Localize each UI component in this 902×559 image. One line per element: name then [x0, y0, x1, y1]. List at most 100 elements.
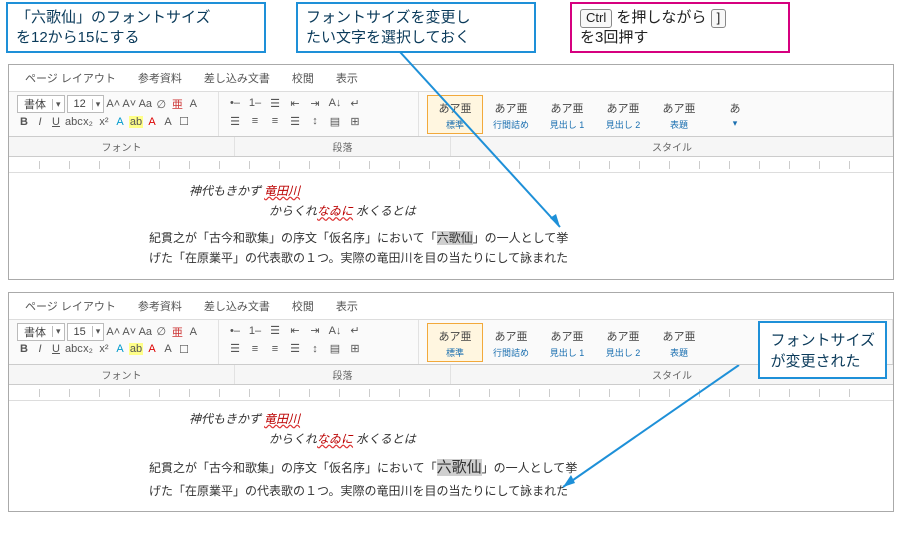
style-h2-2[interactable]: あア亜見出し 2	[595, 323, 651, 362]
underline-icon-2[interactable]: U	[49, 343, 63, 355]
tab-mailings[interactable]: 差し込み文書	[202, 68, 272, 88]
sub-icon[interactable]: x₂	[81, 116, 95, 128]
tab-page-layout-2[interactable]: ページ レイアウト	[23, 296, 118, 316]
indent-inc-icon[interactable]: ⇥	[307, 95, 323, 111]
group-label-para-2: 段落	[235, 365, 451, 384]
char-shading-icon-2[interactable]: A	[161, 343, 175, 355]
align-left-icon-2[interactable]: ☰	[227, 341, 243, 357]
text-effect-icon-2[interactable]: A	[113, 343, 127, 355]
anno3-mid: を押しながら	[616, 9, 706, 26]
annotation-select-text: フォントサイズを変更し たい文字を選択しておく	[296, 2, 536, 53]
grow-font-icon-2[interactable]: A˄	[106, 326, 120, 338]
char-border-icon[interactable]: ☐	[177, 115, 191, 128]
font-size-combo-2[interactable]: 15▾	[67, 323, 105, 341]
sort-icon-2[interactable]: A↓	[327, 323, 343, 339]
char-border-icon-2[interactable]: ☐	[177, 343, 191, 356]
shading-icon[interactable]: ▤	[327, 113, 343, 129]
sup-icon-2[interactable]: x²	[97, 343, 111, 355]
align-left-icon[interactable]: ☰	[227, 113, 243, 129]
italic-icon-2[interactable]: I	[33, 343, 47, 355]
style-more[interactable]: あ▾	[707, 95, 763, 134]
bold-icon[interactable]: B	[17, 116, 31, 128]
align-center-icon-2[interactable]: ≡	[247, 341, 263, 357]
underline-icon[interactable]: U	[49, 116, 63, 128]
strike-icon[interactable]: abc	[65, 116, 79, 128]
shading-icon-2[interactable]: ▤	[327, 341, 343, 357]
style-h2[interactable]: あア亜見出し 2	[595, 95, 651, 134]
enclose-icon[interactable]: A	[186, 98, 200, 110]
change-case-icon[interactable]: Aa	[138, 98, 152, 110]
tab-references[interactable]: 参考資料	[136, 68, 184, 88]
style-h1-2[interactable]: あア亜見出し 1	[539, 323, 595, 362]
show-para-icon-2[interactable]: ↵	[347, 323, 363, 339]
bold-icon-2[interactable]: B	[17, 343, 31, 355]
strike-icon-2[interactable]: abc	[65, 343, 79, 355]
style-title[interactable]: あア亜表題	[651, 95, 707, 134]
sub-icon-2[interactable]: x₂	[81, 343, 95, 355]
highlight-icon-2[interactable]: ab	[129, 343, 143, 355]
anno1-line2: を12から15にする	[16, 29, 140, 46]
paragraph-group-2: •– 1– ☰ ⇤ ⇥ A↓ ↵ ☰ ≡ ≡ ☰ ↕ ▤ ⊞	[219, 320, 419, 364]
numbering-icon[interactable]: 1–	[247, 95, 263, 111]
line-spacing-icon-2[interactable]: ↕	[307, 341, 323, 357]
pointer-line-2	[549, 365, 789, 505]
justify-icon-2[interactable]: ☰	[287, 341, 303, 357]
align-right-icon-2[interactable]: ≡	[267, 341, 283, 357]
sort-icon[interactable]: A↓	[327, 95, 343, 111]
font-size-combo[interactable]: 12▾	[67, 95, 105, 113]
anno4-line2: が変更された	[770, 353, 860, 370]
grow-font-icon[interactable]: A˄	[106, 98, 120, 110]
phonetic-icon[interactable]: 亜	[170, 96, 184, 112]
multilevel-icon-2[interactable]: ☰	[267, 323, 283, 339]
borders-icon-2[interactable]: ⊞	[347, 341, 363, 357]
anno4-line1: フォントサイズ	[770, 332, 875, 349]
tab-review-2[interactable]: 校閲	[290, 296, 316, 316]
tab-view[interactable]: 表示	[334, 68, 360, 88]
char-shading-icon[interactable]: A	[161, 116, 175, 128]
bullets-icon-2[interactable]: •–	[227, 323, 243, 339]
italic-icon[interactable]: I	[33, 116, 47, 128]
shrink-font-icon[interactable]: A˅	[122, 98, 136, 110]
indent-inc-icon-2[interactable]: ⇥	[307, 323, 323, 339]
annotation-keyboard-shortcut: Ctrl を押しながら ] を3回押す	[570, 2, 790, 53]
line-spacing-icon[interactable]: ↕	[307, 113, 323, 129]
tab-references-2[interactable]: 参考資料	[136, 296, 184, 316]
phonetic-icon-2[interactable]: 亜	[170, 324, 184, 340]
word-window-after: ページ レイアウト 参考資料 差し込み文書 校閲 表示 書体▾ 15▾ A˄ A…	[8, 292, 894, 513]
tab-mailings-2[interactable]: 差し込み文書	[202, 296, 272, 316]
multilevel-icon[interactable]: ☰	[267, 95, 283, 111]
text-effect-icon[interactable]: A	[113, 116, 127, 128]
tab-review[interactable]: 校閲	[290, 68, 316, 88]
style-nospace-2[interactable]: あア亜行間詰め	[483, 323, 539, 362]
shrink-font-icon-2[interactable]: A˅	[122, 326, 136, 338]
style-title-2[interactable]: あア亜表題	[651, 323, 707, 362]
clear-format-icon[interactable]: ∅	[154, 98, 168, 111]
align-right-icon[interactable]: ≡	[267, 113, 283, 129]
change-case-icon-2[interactable]: Aa	[138, 326, 152, 338]
annotation-size-changed: フォントサイズ が変更された	[758, 321, 887, 379]
highlight-icon[interactable]: ab	[129, 116, 143, 128]
justify-icon[interactable]: ☰	[287, 113, 303, 129]
enclose-icon-2[interactable]: A	[186, 326, 200, 338]
selected-text-after[interactable]: 六歌仙	[437, 459, 482, 476]
bracket-key: ]	[711, 9, 727, 28]
font-name-combo[interactable]: 書体▾	[17, 95, 65, 113]
anno2-line1: フォントサイズを変更し	[306, 9, 471, 26]
tab-view-2[interactable]: 表示	[334, 296, 360, 316]
bullets-icon[interactable]: •–	[227, 95, 243, 111]
borders-icon[interactable]: ⊞	[347, 113, 363, 129]
indent-dec-icon[interactable]: ⇤	[287, 95, 303, 111]
show-para-icon[interactable]: ↵	[347, 95, 363, 111]
font-name-combo-2[interactable]: 書体▾	[17, 323, 65, 341]
group-label-font: フォント	[9, 137, 235, 156]
numbering-icon-2[interactable]: 1–	[247, 323, 263, 339]
clear-format-icon-2[interactable]: ∅	[154, 325, 168, 338]
font-color-icon[interactable]: A	[145, 116, 159, 128]
tab-page-layout[interactable]: ページ レイアウト	[23, 68, 118, 88]
align-center-icon[interactable]: ≡	[247, 113, 263, 129]
style-normal-2[interactable]: あア亜標準	[427, 323, 483, 362]
sup-icon[interactable]: x²	[97, 116, 111, 128]
font-color-icon-2[interactable]: A	[145, 343, 159, 355]
indent-dec-icon-2[interactable]: ⇤	[287, 323, 303, 339]
ribbon-tabs-2: ページ レイアウト 参考資料 差し込み文書 校閲 表示	[9, 293, 893, 320]
